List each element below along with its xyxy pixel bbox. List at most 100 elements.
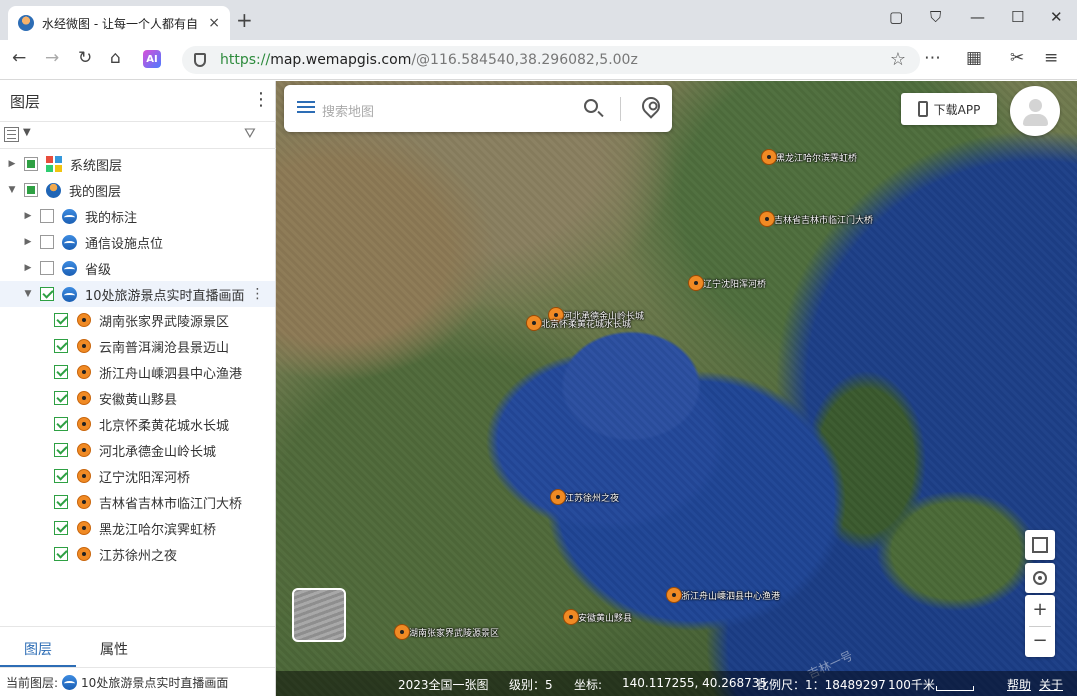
back-icon[interactable]: ←: [12, 48, 26, 68]
panel-menu-icon[interactable]: ⋮: [252, 89, 270, 110]
scenic-list-item[interactable]: 辽宁沈阳浑河桥: [0, 463, 275, 489]
chevron-down-icon[interactable]: ▼: [23, 127, 31, 138]
layer-checkbox[interactable]: [40, 235, 54, 249]
browser-menu-icon[interactable]: ≡: [1044, 48, 1058, 68]
map-marker[interactable]: 北京怀柔黄花城水长城: [526, 315, 631, 331]
scenic-list-item[interactable]: 湖南张家界武陵源景区: [0, 307, 275, 333]
forward-icon[interactable]: →: [45, 48, 59, 68]
scenic-list-item[interactable]: 吉林省吉林市临江门大桥: [0, 489, 275, 515]
tree-node-my-marks[interactable]: ▶ 我的标注: [0, 203, 275, 229]
layer-checkbox[interactable]: [54, 469, 68, 483]
layer-checkbox[interactable]: [40, 209, 54, 223]
map-marker[interactable]: 江苏徐州之夜: [550, 489, 619, 505]
expand-arrow-icon[interactable]: ▶: [22, 237, 34, 247]
map-marker[interactable]: 湖南张家界武陵源景区: [394, 624, 499, 640]
tree-node-scenic-live[interactable]: ▼ 10处旅游景点实时直播画面 ⋮: [0, 281, 275, 307]
more-dots-icon[interactable]: ⋯: [924, 48, 941, 68]
tree-node-my-layers[interactable]: ▼ 我的图层: [0, 177, 275, 203]
layer-checkbox[interactable]: [54, 365, 68, 379]
map-marker[interactable]: 辽宁沈阳浑河桥: [688, 275, 766, 291]
collapse-arrow-icon[interactable]: ▼: [6, 185, 18, 195]
zoom-out-button[interactable]: −: [1025, 630, 1055, 651]
url-field[interactable]: https:// map.wemapgis.com /@116.584540,3…: [182, 46, 920, 74]
poi-marker-icon: [77, 391, 91, 405]
tree-node-telecom[interactable]: ▶ 通信设施点位: [0, 229, 275, 255]
download-app-button[interactable]: 下载APP: [901, 93, 997, 125]
avatar[interactable]: [1010, 86, 1060, 136]
marker-dot: [394, 624, 410, 640]
apps-grid-icon[interactable]: ▦: [966, 48, 982, 68]
layer-checkbox[interactable]: [54, 313, 68, 327]
scenic-list-item[interactable]: 云南普洱澜沧县景迈山: [0, 333, 275, 359]
browser-tab-bar: 水经微图 - 让每一个人都有自 × + ▢ ⛉ — ☐ ✕: [0, 0, 1077, 40]
scissors-icon[interactable]: ✂: [1010, 48, 1024, 68]
location-pin-icon[interactable]: [638, 93, 664, 119]
layer-checkbox[interactable]: [54, 443, 68, 457]
expand-arrow-icon[interactable]: ▶: [6, 159, 18, 169]
panel-title: 图层: [10, 93, 41, 111]
layer-checkbox[interactable]: [24, 157, 38, 171]
layer-checkbox[interactable]: [54, 339, 68, 353]
tab-layers[interactable]: 图层: [24, 639, 52, 659]
coord-value: 140.117255, 40.268735: [622, 676, 768, 690]
layer-checkbox[interactable]: [24, 183, 38, 197]
layer-checkbox[interactable]: [54, 547, 68, 561]
home-icon[interactable]: ⌂: [110, 48, 121, 68]
layer-checkbox[interactable]: [40, 287, 54, 301]
map-marker[interactable]: 安徽黄山黟县: [563, 609, 632, 625]
map-search-box[interactable]: 搜索地图: [284, 85, 672, 132]
search-icon[interactable]: [584, 99, 598, 113]
basemap-switcher[interactable]: [292, 588, 346, 642]
tree-node-system-layers[interactable]: ▶ 系统图层: [0, 151, 275, 177]
locate-icon: [1033, 571, 1047, 585]
filter-icon[interactable]: ⛛: [244, 126, 256, 142]
ai-assistant-icon[interactable]: AI: [143, 50, 161, 68]
scenic-list-item[interactable]: 安徽黄山黟县: [0, 385, 275, 411]
minimize-icon[interactable]: —: [970, 8, 985, 26]
map-marker[interactable]: 吉林省吉林市临江门大桥: [759, 211, 873, 227]
tree-node-province[interactable]: ▶ 省级: [0, 255, 275, 281]
node-more-icon[interactable]: ⋮: [251, 286, 265, 302]
layer-checkbox[interactable]: [40, 261, 54, 275]
help-link[interactable]: 帮助: [1007, 676, 1031, 693]
scenic-list-item[interactable]: 黑龙江哈尔滨霁虹桥: [0, 515, 275, 541]
expand-arrow-icon[interactable]: ▶: [22, 263, 34, 273]
scenic-list-item[interactable]: 江苏徐州之夜: [0, 541, 275, 567]
new-tab-button[interactable]: +: [236, 10, 253, 30]
scenic-list-item[interactable]: 河北承德金山岭长城: [0, 437, 275, 463]
map-marker[interactable]: 浙江舟山嵊泗县中心渔港: [666, 587, 780, 603]
map-marker[interactable]: 黑龙江哈尔滨霁虹桥: [761, 149, 857, 165]
reload-icon[interactable]: ↻: [78, 48, 92, 68]
reader-mode-icon[interactable]: ▢: [889, 8, 903, 26]
browser-tab[interactable]: 水经微图 - 让每一个人都有自 ×: [8, 6, 230, 40]
expand-arrow-icon[interactable]: ▶: [22, 211, 34, 221]
about-link[interactable]: 关于: [1039, 676, 1063, 693]
tab-properties[interactable]: 属性: [100, 639, 128, 659]
layer-checkbox[interactable]: [54, 495, 68, 509]
layer-checkbox[interactable]: [54, 521, 68, 535]
scenic-item-label: 辽宁沈阳浑河桥: [99, 470, 191, 486]
window-close-icon[interactable]: ✕: [1050, 8, 1063, 26]
list-view-icon[interactable]: [4, 127, 19, 142]
locate-button[interactable]: [1025, 563, 1055, 593]
zoom-in-button[interactable]: +: [1025, 599, 1055, 620]
bookmark-star-icon[interactable]: ☆: [890, 49, 906, 70]
poi-marker-icon: [77, 313, 91, 327]
scenic-list-item[interactable]: 浙江舟山嵊泗县中心渔港: [0, 359, 275, 385]
tree-label: 通信设施点位: [85, 236, 164, 252]
collapse-arrow-icon[interactable]: ▼: [22, 289, 34, 299]
maximize-icon[interactable]: ☐: [1011, 8, 1024, 26]
layer-checkbox[interactable]: [54, 417, 68, 431]
layer-type-icon: [62, 208, 77, 224]
tab-close-icon[interactable]: ×: [208, 15, 220, 31]
screenshot-button[interactable]: [1025, 530, 1055, 560]
marker-dot: [666, 587, 682, 603]
menu-icon[interactable]: [297, 101, 315, 103]
map-canvas[interactable]: 搜索地图 下载APP 黑龙江哈尔滨霁虹桥 吉林省吉林市临江门大桥 辽宁沈阳浑河桥…: [276, 81, 1077, 696]
scenic-list-item[interactable]: 北京怀柔黄花城水长城: [0, 411, 275, 437]
layer-checkbox[interactable]: [54, 391, 68, 405]
scenic-item-label: 吉林省吉林市临江门大桥: [99, 496, 243, 512]
marker-label: 安徽黄山黟县: [578, 613, 633, 624]
search-input[interactable]: 搜索地图: [322, 101, 374, 120]
shirt-icon[interactable]: ⛉: [930, 8, 941, 26]
